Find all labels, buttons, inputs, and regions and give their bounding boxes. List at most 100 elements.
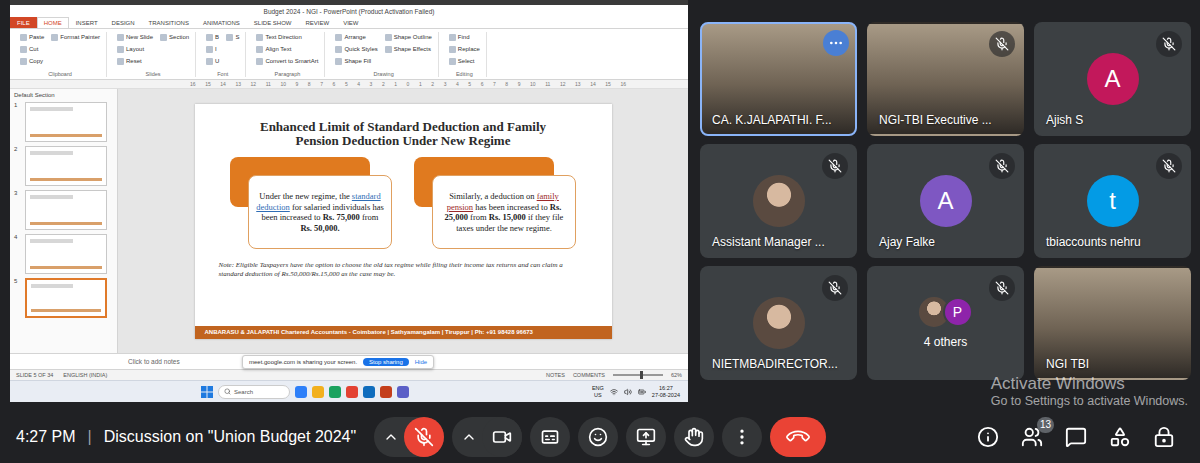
watermark-subtitle: Go to Settings to activate Windows. <box>991 394 1188 408</box>
ribbon-tab[interactable]: VIEW <box>336 17 365 28</box>
thumbnail-row[interactable]: 3 <box>14 190 113 230</box>
slide-thumbnail[interactable] <box>25 234 107 274</box>
slide-thumbnail[interactable] <box>25 190 107 230</box>
ribbon-tab[interactable]: SLIDE SHOW <box>247 17 299 28</box>
notes-toggle[interactable]: NOTES <box>546 372 565 378</box>
language-indicator[interactable]: ENGLISH (INDIA) <box>63 372 107 378</box>
ribbon-tab[interactable]: REVIEW <box>299 17 337 28</box>
participant-tile[interactable]: NGI TBI <box>1034 266 1191 380</box>
present-button[interactable] <box>626 417 666 457</box>
thumbnail-row[interactable]: 4 <box>14 234 113 274</box>
notes-pane[interactable]: Click to add notesmeet.google.com is sha… <box>10 353 688 369</box>
battery-icon[interactable] <box>638 388 646 396</box>
people-button[interactable]: 13 <box>1012 417 1052 457</box>
comments-toggle[interactable]: COMMENTS <box>573 372 605 378</box>
host-button[interactable] <box>1144 417 1184 457</box>
ribbon-button[interactable]: Quick Styles <box>335 44 377 54</box>
search-icon <box>224 388 231 395</box>
ribbon-button[interactable]: Align Text <box>256 44 318 54</box>
captions-button[interactable] <box>530 417 570 457</box>
zoom-slider-thumb[interactable] <box>640 371 643 379</box>
ribbon-tab[interactable]: DESIGN <box>105 17 142 28</box>
ribbon-button[interactable]: Select <box>449 56 480 66</box>
tile-options-button[interactable] <box>823 30 849 56</box>
ribbon-button[interactable]: Cut <box>20 44 44 54</box>
zoom-level[interactable]: 62% <box>671 372 682 378</box>
ribbon-button[interactable]: Find <box>449 32 480 42</box>
ribbon-tab[interactable]: TRANSITIONS <box>142 17 196 28</box>
taskbar-app-icon[interactable] <box>363 386 375 398</box>
info-button[interactable] <box>968 417 1008 457</box>
camera-button[interactable] <box>482 417 522 457</box>
ribbon-button[interactable]: Shape Outline <box>385 32 432 42</box>
leave-call-button[interactable] <box>770 417 826 457</box>
slide-thumbnail[interactable] <box>25 102 107 142</box>
camera-options-button[interactable] <box>458 417 480 457</box>
participant-tile[interactable]: NGI-TBI Executive ... <box>867 22 1024 136</box>
taskbar-app-icon[interactable] <box>397 386 409 398</box>
ribbon-group: BIUSFont <box>200 32 246 77</box>
emoji-button[interactable] <box>578 417 618 457</box>
ruler-mark: 8 <box>505 81 508 87</box>
volume-icon[interactable] <box>624 388 632 396</box>
ribbon-button[interactable]: Section <box>160 32 189 42</box>
more-button[interactable] <box>722 417 762 457</box>
ribbon-button[interactable]: Paste <box>20 32 44 42</box>
wifi-icon[interactable] <box>610 388 618 396</box>
ribbon-button[interactable]: Layout <box>117 44 153 54</box>
hand-button[interactable] <box>674 417 714 457</box>
thumbnail-title-block <box>30 107 73 111</box>
ribbon-button[interactable]: Text Direction <box>256 32 318 42</box>
ribbon-tab[interactable]: INSERT <box>69 17 105 28</box>
ruler-mark: 14 <box>590 81 596 87</box>
ribbon-button[interactable]: U <box>206 56 219 66</box>
section-label[interactable]: Default Section <box>14 92 113 98</box>
taskbar-app-icon[interactable] <box>329 386 341 398</box>
taskbar-app-icon[interactable] <box>380 386 392 398</box>
ribbon-tab[interactable]: ANIMATIONS <box>196 17 247 28</box>
input-language[interactable]: ENGUS <box>592 385 604 398</box>
zoom-slider[interactable] <box>613 374 663 376</box>
participant-tile[interactable]: Assistant Manager ... <box>700 144 857 258</box>
thumbnail-row[interactable]: 5 <box>14 278 113 318</box>
ribbon-button[interactable]: Convert to SmartArt <box>256 56 318 66</box>
ribbon-button[interactable]: New Slide <box>117 32 153 42</box>
thumbnail-title-block <box>30 239 73 243</box>
ribbon-tab[interactable]: FILE <box>10 17 37 28</box>
ribbon-button[interactable]: Replace <box>449 44 480 54</box>
taskbar-search[interactable]: Search <box>218 385 290 399</box>
participant-tile[interactable]: P4 others <box>867 266 1024 380</box>
ribbon-button[interactable]: Shape Fill <box>335 56 377 66</box>
ribbon-button[interactable]: Copy <box>20 56 44 66</box>
thumbnail-row[interactable]: 2 <box>14 146 113 186</box>
thumbnail-row[interactable]: 1 <box>14 102 113 142</box>
ribbon-button[interactable]: S <box>226 32 239 42</box>
participant-tile[interactable]: ttbiaccounts nehru <box>1034 144 1191 258</box>
ribbon-button[interactable]: I <box>206 44 219 54</box>
ribbon-button[interactable]: Arrange <box>335 32 377 42</box>
camera-control-group <box>452 417 522 457</box>
ribbon-tab[interactable]: HOME <box>37 17 69 28</box>
participant-tile[interactable]: AAjay Falke <box>867 144 1024 258</box>
slide-thumbnail[interactable] <box>25 146 107 186</box>
slide[interactable]: Enhanced Limit of Standard Deduction and… <box>195 104 612 339</box>
taskbar-app-icon[interactable] <box>295 386 307 398</box>
ribbon-button[interactable]: Format Painter <box>51 32 100 42</box>
chat-button[interactable] <box>1056 417 1096 457</box>
taskbar-app-icon[interactable] <box>346 386 358 398</box>
slide-thumbnail[interactable] <box>25 278 107 318</box>
participant-tile[interactable]: CA. K.JALAPATHI. F... <box>700 22 857 136</box>
hide-button[interactable]: Hide <box>415 359 427 365</box>
taskbar-app-icon[interactable] <box>312 386 324 398</box>
ribbon-button[interactable]: Shape Effects <box>385 44 432 54</box>
mic-options-button[interactable] <box>380 417 402 457</box>
stop-sharing-button[interactable]: Stop sharing <box>363 358 409 366</box>
ribbon-button[interactable]: Reset <box>117 56 153 66</box>
taskbar-clock[interactable]: 16:2727-08-2024 <box>652 385 680 398</box>
participant-tile[interactable]: AAjish S <box>1034 22 1191 136</box>
mic-button[interactable] <box>404 417 444 457</box>
participant-tile[interactable]: NIETMBADIRECTOR... <box>700 266 857 380</box>
activities-button[interactable] <box>1100 417 1140 457</box>
ribbon-button[interactable]: B <box>206 32 219 42</box>
windows-logo-icon[interactable] <box>201 386 213 398</box>
